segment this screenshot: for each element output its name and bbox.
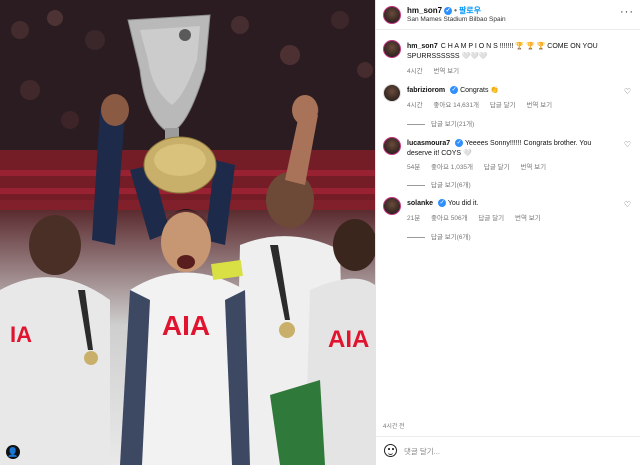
comment-text: Congrats 👏: [460, 87, 500, 94]
avatar[interactable]: [383, 40, 401, 58]
post-side-panel: hm_son7 ✓ • 팔로우 San Mames Stadium Bilbao Sp…: [375, 0, 640, 465]
comment-username[interactable]: lucasmoura7: [407, 140, 450, 147]
verified-badge-icon: ✓: [444, 6, 453, 15]
caption-username[interactable]: hm_son7: [407, 43, 438, 50]
comment-bar: [376, 436, 640, 465]
user-tag-icon[interactable]: 👤: [6, 445, 20, 459]
celebration-image: AIA IA AIA: [0, 0, 375, 465]
verified-badge-icon: ✓: [455, 139, 464, 148]
jersey-sponsor-right: AIA: [328, 326, 369, 353]
caption-body: hm_son7 C H A M P I O N S !!!!!!! 🏆 🏆 🏆 C…: [407, 42, 617, 62]
reply-link[interactable]: 답글 달기: [478, 215, 504, 222]
comment-body: fabriziorom ✓ Congrats 👏: [407, 86, 617, 96]
comment-text: You did it.: [447, 200, 479, 207]
comment-username[interactable]: solanke: [407, 200, 433, 207]
heart-icon[interactable]: ♡: [624, 140, 631, 149]
translate-link[interactable]: 번역 보기: [515, 215, 541, 222]
post-location[interactable]: San Mames Stadium Bilbao Spain: [407, 16, 506, 23]
post-timestamp: 4시간 전: [383, 424, 405, 430]
emoji-icon[interactable]: [384, 444, 397, 457]
heart-icon[interactable]: ♡: [624, 87, 631, 96]
avatar[interactable]: [383, 84, 401, 102]
verified-badge-icon: ✓: [438, 199, 447, 208]
comment-input[interactable]: [404, 444, 624, 458]
view-replies-link[interactable]: 답글 보기(6개): [407, 179, 471, 189]
avatar[interactable]: [383, 197, 401, 215]
comment-time: 4시간: [407, 102, 423, 109]
comment-meta: 21분 좋아요 506개 답글 달기 번역 보기: [407, 212, 550, 222]
translate-link[interactable]: 번역 보기: [520, 164, 546, 171]
separator-dot: •: [454, 6, 457, 15]
more-horizontal-icon[interactable]: ···: [620, 6, 634, 18]
comment-time: 21분: [407, 215, 421, 222]
avatar[interactable]: [383, 137, 401, 155]
translate-link[interactable]: 번역 보기: [433, 68, 459, 75]
comment-likes[interactable]: 좋아요 14,631개: [433, 102, 479, 109]
comment-time: 54분: [407, 164, 421, 171]
reply-link[interactable]: 답글 달기: [490, 102, 516, 109]
post-author: hm_son7 ✓ • 팔로우: [407, 5, 481, 16]
comment-likes[interactable]: 좋아요 1,035개: [431, 164, 473, 171]
heart-icon[interactable]: ♡: [624, 200, 631, 209]
translate-link[interactable]: 번역 보기: [526, 102, 552, 109]
comment-likes[interactable]: 좋아요 506개: [431, 215, 468, 222]
jersey-sponsor-left: IA: [10, 322, 32, 347]
comment-username[interactable]: fabriziorom: [407, 87, 445, 94]
comment-body: lucasmoura7 ✓ Yeeees Sonny!!!!!! Congrats…: [407, 139, 617, 159]
comment-meta: 54분 좋아요 1,035개 답글 달기 번역 보기: [407, 161, 555, 171]
view-replies-link[interactable]: 답글 보기(6개): [407, 231, 471, 241]
reply-link[interactable]: 답글 달기: [484, 164, 510, 171]
verified-badge-icon: ✓: [450, 86, 459, 95]
comment-body: solanke ✓ You did it.: [407, 199, 617, 209]
jersey-sponsor-main: AIA: [162, 310, 210, 341]
view-replies-link[interactable]: 답글 보기(21개): [407, 118, 474, 128]
caption-time: 4시간: [407, 68, 423, 75]
author-username[interactable]: hm_son7: [407, 6, 442, 15]
avatar[interactable]: [383, 6, 401, 24]
follow-button[interactable]: 팔로우: [459, 6, 481, 15]
post-photo[interactable]: AIA IA AIA 👤: [0, 0, 375, 465]
caption-meta: 4시간 번역 보기: [407, 65, 468, 75]
post-header: hm_son7 ✓ • 팔로우 San Mames Stadium Bilbao Sp…: [376, 0, 640, 30]
comment-meta: 4시간 좋아요 14,631개 답글 달기 번역 보기: [407, 99, 561, 109]
